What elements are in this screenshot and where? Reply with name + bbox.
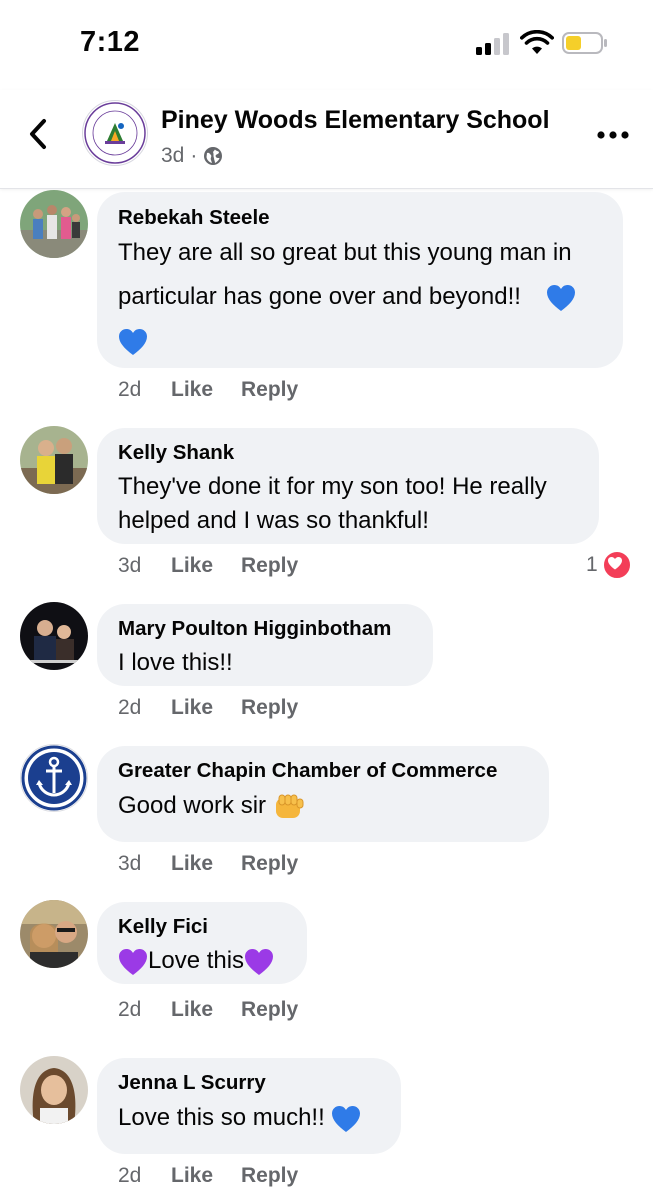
like-button[interactable]: Like <box>171 852 241 876</box>
comment-text-content: Good work sir <box>118 792 267 819</box>
comment-time[interactable]: 2d <box>118 378 171 402</box>
reaction-count: 1 <box>586 553 598 576</box>
avatar[interactable] <box>20 426 88 494</box>
post-meta: 3d · <box>161 144 223 168</box>
like-button[interactable]: Like <box>171 378 241 402</box>
comment-author[interactable]: Jenna L Scurry <box>118 1070 381 1096</box>
comment-bubble[interactable]: Greater Chapin Chamber of Commerce Good … <box>97 746 549 842</box>
cellular-signal-icon <box>476 33 512 55</box>
blue-heart-emoji <box>119 328 147 355</box>
reply-button[interactable]: Reply <box>241 998 298 1022</box>
more-options-icon[interactable] <box>597 130 629 140</box>
avatar-photo <box>20 1056 88 1124</box>
post-age[interactable]: 3d <box>161 144 184 168</box>
comment-author[interactable]: Rebekah Steele <box>118 205 603 231</box>
like-button[interactable]: Like <box>171 1164 241 1188</box>
reply-button[interactable]: Reply <box>241 554 298 578</box>
comment-bubble[interactable]: Kelly Shank They've done it for my son t… <box>97 428 599 544</box>
comment-text-content: They are all so great but this young man… <box>118 239 572 310</box>
comment-actions: 2d Like Reply <box>118 696 298 720</box>
comment-time[interactable]: 3d <box>118 852 171 876</box>
comment-bubble[interactable]: Mary Poulton Higginbotham I love this!! <box>97 604 433 686</box>
comment-author[interactable]: Kelly Shank <box>118 440 579 466</box>
avatar-photo <box>20 426 88 494</box>
avatar[interactable] <box>20 1056 88 1124</box>
like-button[interactable]: Like <box>171 998 241 1022</box>
battery-icon <box>562 32 607 54</box>
comment-actions: 2d Like Reply <box>118 1164 298 1188</box>
comment-time[interactable]: 2d <box>118 696 171 720</box>
comment-bubble[interactable]: Rebekah Steele They are all so great but… <box>97 192 623 368</box>
avatar-photo <box>20 900 88 968</box>
comment-time[interactable]: 2d <box>118 998 171 1022</box>
comment-text: Love this so much!! <box>118 1098 381 1138</box>
comment-author[interactable]: Greater Chapin Chamber of Commerce <box>118 758 529 784</box>
status-time: 7:12 <box>80 26 141 58</box>
comment-text-content: Love this <box>148 947 245 974</box>
reply-button[interactable]: Reply <box>241 852 298 876</box>
page-title[interactable]: Piney Woods Elementary School <box>161 106 550 135</box>
status-bar: 7:12 <box>0 0 653 90</box>
school-logo <box>84 102 146 164</box>
avatar[interactable] <box>20 190 88 258</box>
comment-text-content: Love this so much!! <box>118 1104 325 1131</box>
reply-button[interactable]: Reply <box>241 696 298 720</box>
comment-bubble[interactable]: Kelly Fici Love this <box>97 902 307 984</box>
reply-button[interactable]: Reply <box>241 378 298 402</box>
comment-actions: 3d Like Reply <box>118 852 298 876</box>
heart-reaction-icon <box>601 550 632 580</box>
like-button[interactable]: Like <box>171 696 241 720</box>
avatar-photo <box>20 602 88 670</box>
comment-text: Good work sir <box>118 786 529 826</box>
avatar[interactable] <box>20 744 88 812</box>
back-arrow-icon[interactable] <box>24 116 54 152</box>
purple-heart-emoji <box>245 948 274 975</box>
fist-emoji <box>275 794 304 818</box>
reply-button[interactable]: Reply <box>241 1164 298 1188</box>
anchor-icon <box>21 745 87 811</box>
comment-text: Love this <box>118 944 287 978</box>
purple-heart-emoji <box>119 948 147 975</box>
avatar-photo <box>20 190 88 258</box>
comment-actions: 3d Like Reply <box>118 554 298 578</box>
avatar[interactable] <box>20 900 88 968</box>
comment-text: I love this!! <box>118 649 233 676</box>
wifi-icon <box>520 30 554 54</box>
comment-author[interactable]: Kelly Fici <box>118 914 287 940</box>
reaction-summary[interactable]: 1 <box>586 550 632 580</box>
comment-text: They are all so great but this young man… <box>118 231 603 363</box>
comment-time[interactable]: 3d <box>118 554 171 578</box>
comment-time[interactable]: 2d <box>118 1164 171 1188</box>
blue-heart-emoji <box>547 284 576 311</box>
avatar[interactable] <box>20 602 88 670</box>
meta-separator: · <box>190 144 198 167</box>
globe-icon <box>204 147 223 165</box>
post-header: Piney Woods Elementary School 3d · <box>0 90 653 189</box>
comment-bubble[interactable]: Jenna L Scurry Love this so much!! <box>97 1058 401 1154</box>
comment-actions: 2d Like Reply <box>118 378 298 402</box>
page-logo-avatar[interactable] <box>82 100 148 166</box>
comment-actions: 2d Like Reply <box>118 998 298 1022</box>
blue-heart-emoji <box>332 1105 361 1132</box>
like-button[interactable]: Like <box>171 554 241 578</box>
comment-text: They've done it for my son too! He reall… <box>118 473 547 534</box>
comment-author[interactable]: Mary Poulton Higginbotham <box>118 616 413 642</box>
